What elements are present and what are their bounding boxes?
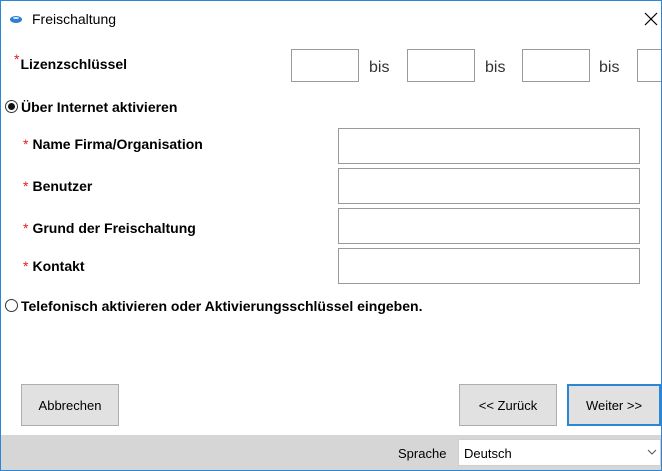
activation-reason-field[interactable] [338,208,640,244]
contact-field[interactable] [338,248,640,284]
company-name-label: * Name Firma/Organisation [23,136,203,152]
license-key-label: *Lizenzschlüssel [14,51,128,72]
cancel-button[interactable]: Abbrechen [21,384,119,426]
app-icon [10,16,22,23]
chevron-down-icon [647,449,657,455]
required-mark: * [23,178,29,194]
title-bar: Freischaltung [1,1,661,37]
license-separator: bis [369,59,390,76]
language-value: Deutsch [464,446,512,461]
activation-reason-label: * Grund der Freischaltung [23,220,196,236]
required-mark: * [23,220,29,236]
internet-activation-label: Über Internet aktivieren [21,99,178,115]
language-select[interactable]: Deutsch [458,439,661,466]
required-mark: * [23,136,29,152]
license-key-input-3[interactable] [522,49,590,82]
phone-activation-label: Telefonisch aktivieren oder Aktivierungs… [21,298,423,314]
next-button[interactable]: Weiter >> [567,384,661,426]
license-separator: bis [599,59,620,76]
user-label: * Benutzer [23,178,93,194]
window-title: Freischaltung [32,11,117,27]
license-key-input-4[interactable] [637,49,661,82]
required-mark: * [23,258,29,274]
license-key-input-1[interactable] [291,49,359,82]
company-name-field[interactable] [338,128,640,164]
activation-dialog: Freischaltung *Lizenzschlüssel bis bis b… [0,0,662,471]
radio-internet-activation[interactable] [5,100,18,113]
required-mark: * [14,51,20,67]
radio-phone-activation[interactable] [5,299,18,312]
license-separator: bis [485,59,506,76]
license-key-input-2[interactable] [407,49,475,82]
contact-label: * Kontakt [23,258,85,274]
language-label: Sprache [398,446,447,461]
user-field[interactable] [338,168,640,204]
close-icon[interactable] [641,9,661,29]
status-bar: Sprache Deutsch [1,435,661,470]
back-button[interactable]: << Zurück [459,384,557,426]
